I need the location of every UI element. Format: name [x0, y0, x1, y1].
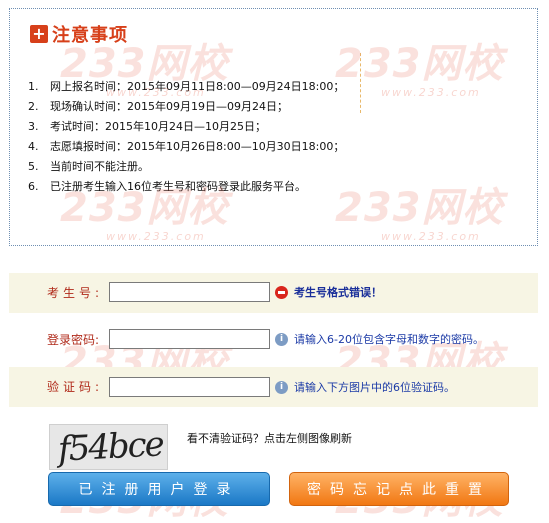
exam-number-input[interactable]: [109, 282, 270, 302]
notice-item-text: 网上报名时间：2015年09月11日8:00—09月24日18:00；: [50, 80, 345, 93]
exam-number-hint-text: 考生号格式错误！: [294, 286, 382, 299]
notice-item-number: 1.: [28, 80, 39, 93]
captcha-row: 验证码: i 请输入下方图片中的6位验证码。: [9, 367, 538, 407]
notice-item-number: 4.: [28, 140, 39, 153]
password-hint-text: 请输入6-20位包含字母和数字的密码。: [294, 333, 484, 346]
notice-item-text: 当前时间不能注册。: [50, 160, 149, 173]
exam-number-row: 考生号: 考生号格式错误！: [9, 273, 538, 313]
notice-item-text: 现场确认时间：2015年09月19日—09月24日；: [50, 100, 288, 113]
reset-password-button[interactable]: 密码忘记点此重置: [289, 472, 509, 506]
captcha-image-text: f54bce: [57, 424, 164, 470]
exam-number-label: 考生号:: [47, 286, 104, 300]
captcha-label: 验证码:: [47, 380, 104, 394]
notice-item-text: 考试时间：2015年10月24日—10月25日；: [50, 120, 266, 133]
notice-item-number: 5.: [28, 160, 39, 173]
password-label: 登录密码:: [47, 333, 100, 347]
captcha-hint: i 请输入下方图片中的6位验证码。: [275, 379, 455, 395]
exam-number-hint: 考生号格式错误！: [275, 284, 382, 300]
info-icon: i: [275, 332, 288, 346]
password-row: 登录密码: i 请输入6-20位包含字母和数字的密码。: [9, 320, 538, 360]
captcha-refresh-tip: 看不清验证码？点击左侧图像刷新: [187, 432, 352, 445]
notice-item-number: 3.: [28, 120, 39, 133]
password-input[interactable]: [109, 329, 270, 349]
info-icon: i: [275, 380, 288, 394]
error-icon: [275, 285, 288, 299]
plus-icon: +: [30, 25, 48, 43]
notice-item-number: 2.: [28, 100, 39, 113]
password-hint: i 请输入6-20位包含字母和数字的密码。: [275, 331, 484, 347]
captcha-input[interactable]: [109, 377, 270, 397]
notice-panel: + 注意事项 1. 网上报名时间：2015年09月11日8:00—09月24日18…: [9, 8, 538, 246]
login-button[interactable]: 已注册用户登录: [48, 472, 270, 506]
captcha-image[interactable]: f54bce: [49, 424, 168, 470]
notice-title: 注意事项: [52, 25, 128, 46]
notice-item-text: 已注册考生输入16位考生号和密码登录此服务平台。: [50, 180, 306, 193]
notice-item-number: 6.: [28, 180, 39, 193]
notice-header: + 注意事项: [30, 23, 128, 46]
notice-item-text: 志愿填报时间：2015年10月26日8:00—10月30日18:00；: [50, 140, 345, 153]
divider: [360, 53, 361, 113]
captcha-hint-text: 请输入下方图片中的6位验证码。: [294, 381, 455, 394]
